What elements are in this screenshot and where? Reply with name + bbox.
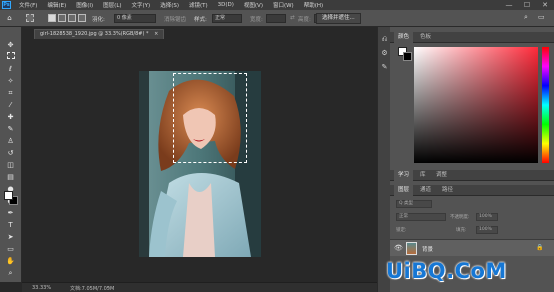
type-tool-icon[interactable]: T [5, 220, 16, 230]
panel-icon-strip: ⎌ ⚙ ✎ [377, 27, 390, 292]
opacity-label: 不透明度: [450, 215, 470, 220]
workspace-icon[interactable]: ▭ [538, 13, 545, 21]
history-panel-icon[interactable]: ⎌ [380, 35, 389, 44]
swap-icon[interactable]: ⇄ [290, 15, 295, 21]
zoom-tool-icon[interactable]: ⌕ [5, 268, 16, 278]
visibility-eye-icon[interactable]: 👁 [394, 244, 403, 252]
menu-window[interactable]: 窗口(W) [268, 1, 299, 9]
add-selection-icon[interactable] [58, 14, 66, 22]
brush-settings-icon[interactable]: ✎ [380, 63, 389, 72]
marquee-selection[interactable] [173, 73, 247, 163]
crop-tool-icon[interactable]: ⌗ [5, 88, 16, 98]
magic-wand-icon[interactable]: ✧ [5, 76, 16, 86]
menu-file[interactable]: 文件(F) [14, 1, 42, 9]
hue-slider[interactable] [542, 47, 549, 163]
lasso-tool-icon[interactable]: ℓ [5, 64, 16, 74]
layer-thumbnail [406, 242, 417, 255]
color-panel-tabs: 颜色 色板 [390, 32, 554, 43]
clone-stamp-icon[interactable]: ♙ [5, 136, 16, 146]
tab-paths[interactable]: 路径 [438, 185, 457, 196]
width-input[interactable] [266, 14, 286, 23]
tab-channels[interactable]: 通道 [416, 185, 435, 196]
menu-help[interactable]: 帮助(H) [299, 1, 328, 9]
layer-kind-filter[interactable]: Q 类型 [396, 200, 432, 208]
select-and-mask-button[interactable]: 选择并遮住... [316, 13, 361, 24]
status-arrow-icon[interactable]: › [108, 285, 110, 291]
eraser-tool-icon[interactable]: ◫ [5, 160, 16, 170]
document-tab[interactable]: girl-1828538_1920.jpg @ 33.3%(RGB/8#) * … [34, 29, 165, 39]
layers-panel-tabs: 图层 通道 路径 [390, 185, 554, 196]
antialias-checkbox[interactable]: 消除锯齿 [164, 15, 186, 23]
status-bar: 33.33% 文档:7.05M/7.05M › [22, 282, 377, 292]
menu-image[interactable]: 图像(I) [71, 1, 98, 9]
menu-type[interactable]: 文字(Y) [127, 1, 156, 9]
opacity-input[interactable]: 100% [476, 213, 498, 221]
fill-label: 填充: [456, 228, 467, 233]
feather-label: 羽化: [92, 17, 105, 23]
tab-adjustments[interactable]: 调整 [432, 170, 451, 181]
brush-tool-icon[interactable]: ✎ [5, 124, 16, 134]
menu-layer[interactable]: 图层(L) [98, 1, 126, 9]
minimize-button[interactable]: — [500, 0, 518, 10]
feather-input[interactable]: 0 像素 [114, 14, 156, 23]
photo-canvas[interactable] [139, 71, 261, 257]
document-title: girl-1828538_1920.jpg @ 33.3%(RGB/8#) * [40, 31, 149, 37]
maximize-button[interactable]: ☐ [518, 0, 536, 10]
width-label: 宽度: [250, 17, 263, 23]
pen-tool-icon[interactable]: ✒ [5, 208, 16, 218]
marquee-preset-icon[interactable] [26, 14, 34, 22]
canvas-area[interactable] [22, 39, 377, 282]
height-label: 高度: [298, 17, 311, 23]
photoshop-logo: Ps [2, 1, 11, 9]
zoom-level[interactable]: 33.33% [32, 285, 51, 291]
options-bar: ⌂ 羽化: 0 像素 消除锯齿 样式: 正常 宽度: ⇄ 高度: 选择并遮住..… [0, 10, 554, 27]
tab-swatches[interactable]: 色板 [416, 32, 435, 43]
foreground-color-swatch[interactable] [4, 191, 13, 200]
menu-3d[interactable]: 3D(D) [213, 2, 239, 8]
history-brush-icon[interactable]: ↺ [5, 148, 16, 158]
move-tool-icon[interactable]: ✥ [5, 40, 16, 50]
style-label: 样式: [194, 17, 207, 23]
lock-label: 锁定: [396, 228, 407, 233]
tools-panel: ✥ ℓ ✧ ⌗ ⁄ ✚ ✎ ♙ ↺ ◫ ▤ ● ◐ ✒ T ➤ ▭ ✋ ⌕ [0, 27, 22, 282]
tab-libraries[interactable]: 库 [416, 170, 430, 181]
properties-panel-icon[interactable]: ⚙ [380, 49, 389, 58]
shape-tool-icon[interactable]: ▭ [5, 244, 16, 254]
intersect-selection-icon[interactable] [78, 14, 86, 22]
tab-layers[interactable]: 图层 [394, 185, 414, 196]
fill-input[interactable]: 100% [476, 226, 498, 234]
tab-color[interactable]: 颜色 [394, 32, 414, 43]
tab-learn[interactable]: 学习 [394, 170, 414, 181]
search-icon[interactable]: ⌕ [524, 13, 528, 22]
menu-select[interactable]: 选择(S) [155, 1, 184, 9]
new-selection-icon[interactable] [48, 14, 56, 22]
home-icon[interactable]: ⌂ [4, 13, 15, 23]
lock-icon: 🔒 [536, 244, 544, 251]
color-swatches[interactable] [4, 191, 18, 205]
subtract-selection-icon[interactable] [68, 14, 76, 22]
menu-view[interactable]: 视图(V) [239, 1, 268, 9]
gradient-tool-icon[interactable]: ▤ [5, 172, 16, 182]
close-window-button[interactable]: ✕ [536, 0, 554, 10]
learn-panel-tabs: 学习 库 调整 [390, 170, 554, 181]
document-tab-bar: girl-1828538_1920.jpg @ 33.3%(RGB/8#) * … [22, 27, 377, 39]
path-selection-icon[interactable]: ➤ [5, 232, 16, 242]
panel-background-swatch[interactable] [403, 52, 412, 61]
layer-name[interactable]: 背景 [422, 245, 433, 253]
menu-bar: Ps 文件(F) 编辑(E) 图像(I) 图层(L) 文字(Y) 选择(S) 滤… [0, 0, 554, 10]
blend-mode-select[interactable]: 正常 [396, 213, 446, 221]
hand-tool-icon[interactable]: ✋ [5, 256, 16, 266]
eyedropper-icon[interactable]: ⁄ [5, 100, 16, 110]
right-panels: 颜色 色板 学习 库 调整 图层 通道 路径 Q 类型 正常 不透明度: 100… [390, 27, 554, 292]
layer-row[interactable]: 👁 背景 🔒 [390, 239, 554, 256]
menu-filter[interactable]: 滤镜(T) [184, 1, 213, 9]
watermark-logo: UiBQ.CoM [386, 259, 507, 283]
color-picker-field[interactable] [414, 47, 538, 163]
style-select[interactable]: 正常 [212, 14, 242, 23]
healing-brush-icon[interactable]: ✚ [5, 112, 16, 122]
tab-close-icon[interactable]: × [154, 31, 158, 37]
menu-edit[interactable]: 编辑(E) [42, 1, 71, 9]
marquee-tool-icon[interactable] [5, 52, 16, 62]
